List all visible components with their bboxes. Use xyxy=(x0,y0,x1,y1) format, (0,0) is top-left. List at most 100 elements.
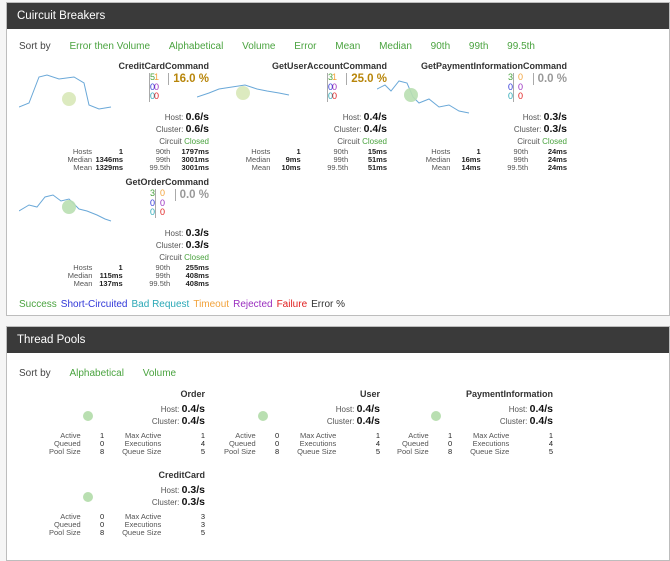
legend-error-pct: Error % xyxy=(311,299,346,310)
pool-health-circle xyxy=(83,411,93,421)
legend-failure: Failure xyxy=(276,299,308,310)
sparkline-chart xyxy=(197,84,290,100)
thread-sort-alphabetical[interactable]: Alphabetical xyxy=(69,368,123,379)
mean-label: Mean xyxy=(251,162,271,172)
pool-size-value: 8 xyxy=(448,446,453,456)
max-active-value: 3 xyxy=(200,512,205,521)
pool-health-circle xyxy=(431,411,441,421)
legend-rejected: Rejected xyxy=(233,299,273,310)
host-label: Host: xyxy=(164,229,184,238)
counts-right: 1 0 0 xyxy=(148,72,159,102)
pool-name: User xyxy=(359,389,380,399)
sparkline-chart xyxy=(19,74,112,110)
sparkline-chart xyxy=(19,194,112,222)
host-label: Host: xyxy=(342,113,362,122)
pool-host-rate-value: 0.4/s xyxy=(356,403,380,415)
circuit-status-value: Closed xyxy=(542,137,567,146)
pool-stats: Active 0 Max Active 1 Queued 0 Execution… xyxy=(212,432,380,455)
sort-99th[interactable]: 99th xyxy=(469,41,488,52)
pool-size-value: 8 xyxy=(100,527,105,537)
circuit-label: Circuit xyxy=(159,253,182,262)
error-percentage: 0.0 % xyxy=(174,189,209,201)
counts-right: 1 0 0 xyxy=(326,72,337,102)
pool-host-rate: Host: 0.3/s xyxy=(161,484,205,496)
failure-count: 0 xyxy=(517,91,523,101)
host-rate-value: 0.3/s xyxy=(543,111,567,123)
cluster-label: Cluster: xyxy=(326,417,355,426)
health-circle xyxy=(62,200,76,214)
pool-size-value: 8 xyxy=(100,446,105,456)
cluster-label: Cluster: xyxy=(151,417,180,426)
queue-size-label: Queue Size xyxy=(470,446,510,456)
executions-value: 4 xyxy=(548,438,553,448)
pool-cluster-rate: Cluster: 0.4/s xyxy=(500,415,553,427)
pool-host-rate: Host: 0.4/s xyxy=(161,403,205,415)
sort-mean[interactable]: Mean xyxy=(335,41,360,52)
pool-health-circle xyxy=(258,411,268,421)
host-rate: Host: 0.3/s xyxy=(165,227,209,239)
status-legend: Success Short-Circuited Bad Request Timeout… xyxy=(19,299,349,310)
failure-count: 0 xyxy=(159,207,165,217)
sort-alphabetical[interactable]: Alphabetical xyxy=(169,41,223,52)
cluster-label: Cluster: xyxy=(155,125,184,134)
pool-size-label: Pool Size xyxy=(223,446,256,456)
p995-label: 99.5th xyxy=(149,278,171,288)
cluster-label: Cluster: xyxy=(155,241,184,250)
pool-host-rate-value: 0.3/s xyxy=(181,484,205,496)
circuit-card: GetOrderCommand 3 0 0 0 0 0 0.0 % Host: … xyxy=(19,177,209,292)
command-name: GetPaymentInformationCommand xyxy=(420,61,567,71)
pool-health-circle xyxy=(83,492,93,502)
latency-stats: Hosts 1 90th 24ms Median 16ms 99th 24ms … xyxy=(377,148,567,171)
sort-volume[interactable]: Volume xyxy=(242,41,275,52)
queue-size-value: 5 xyxy=(375,446,380,456)
thread-sort-volume[interactable]: Volume xyxy=(143,368,176,379)
thread-pool-card: PaymentInformation Host: 0.4/s Cluster: … xyxy=(385,389,553,459)
mean-label: Mean xyxy=(73,278,93,288)
circuit-label: Circuit xyxy=(517,137,540,146)
max-active-value: 1 xyxy=(375,431,380,440)
pool-size-value: 8 xyxy=(275,446,280,456)
mean-value: 137ms xyxy=(99,278,123,288)
p995-value: 24ms xyxy=(547,162,567,172)
max-active-value: 1 xyxy=(548,431,553,440)
max-active-value: 1 xyxy=(200,431,205,440)
queue-size-value: 5 xyxy=(200,527,205,537)
circuit-card: GetPaymentInformationCommand 3 0 0 0 0 0… xyxy=(377,61,567,176)
pool-stats: Active 1 Max Active 1 Queued 0 Execution… xyxy=(37,432,205,455)
pool-cluster-rate-value: 0.4/s xyxy=(181,415,205,427)
failure-count: 0 xyxy=(153,91,159,101)
latency-stats: Hosts 1 90th 255ms Median 115ms 99th 408… xyxy=(19,264,209,287)
legend-success: Success xyxy=(19,299,57,310)
circuit-breakers-panel: Cuircuit Breakers Sort by Error then Vol… xyxy=(6,2,670,316)
legend-short-circuited: Short-Circuited xyxy=(60,299,128,310)
cluster-label: Cluster: xyxy=(151,498,180,507)
host-label: Host: xyxy=(508,405,528,414)
command-name: CreditCardCommand xyxy=(118,61,209,71)
queue-size-label: Queue Size xyxy=(297,446,337,456)
pool-size-label: Pool Size xyxy=(48,527,81,537)
circuit-card: GetUserAccountCommand 3 0 0 1 0 0 25.0 %… xyxy=(197,61,387,176)
pool-cluster-rate-value: 0.3/s xyxy=(181,496,205,508)
sort-median[interactable]: Median xyxy=(379,41,412,52)
sort-error[interactable]: Error xyxy=(294,41,316,52)
thread-sort-label: Sort by xyxy=(19,368,51,379)
sort-99-5th[interactable]: 99.5th xyxy=(507,41,535,52)
executions-value: 3 xyxy=(200,519,205,529)
host-label: Host: xyxy=(522,113,542,122)
mean-value: 14ms xyxy=(461,162,481,172)
latency-stats: Hosts 1 90th 1797ms Median 1346ms 99th 3… xyxy=(19,148,209,171)
cluster-label: Cluster: xyxy=(499,417,528,426)
host-label: Host: xyxy=(164,113,184,122)
host-rate: Host: 0.3/s xyxy=(523,111,567,123)
pool-size-label: Pool Size xyxy=(396,446,429,456)
sort-error-then-volume[interactable]: Error then Volume xyxy=(69,41,150,52)
circuit-status: Circuit Closed xyxy=(517,137,567,146)
p995-value: 408ms xyxy=(185,278,209,288)
circuit-sortbar: Sort by Error then Volume Alphabetical V… xyxy=(19,41,535,52)
thread-sortbar: Sort by Alphabetical Volume xyxy=(19,368,176,379)
latency-stats: Hosts 1 90th 15ms Median 9ms 99th 51ms M… xyxy=(197,148,387,171)
cluster-label: Cluster: xyxy=(333,125,362,134)
sort-90th[interactable]: 90th xyxy=(431,41,450,52)
thread-pools-panel: Thread Pools Sort by Alphabetical Volume… xyxy=(6,326,670,561)
host-label: Host: xyxy=(335,405,355,414)
